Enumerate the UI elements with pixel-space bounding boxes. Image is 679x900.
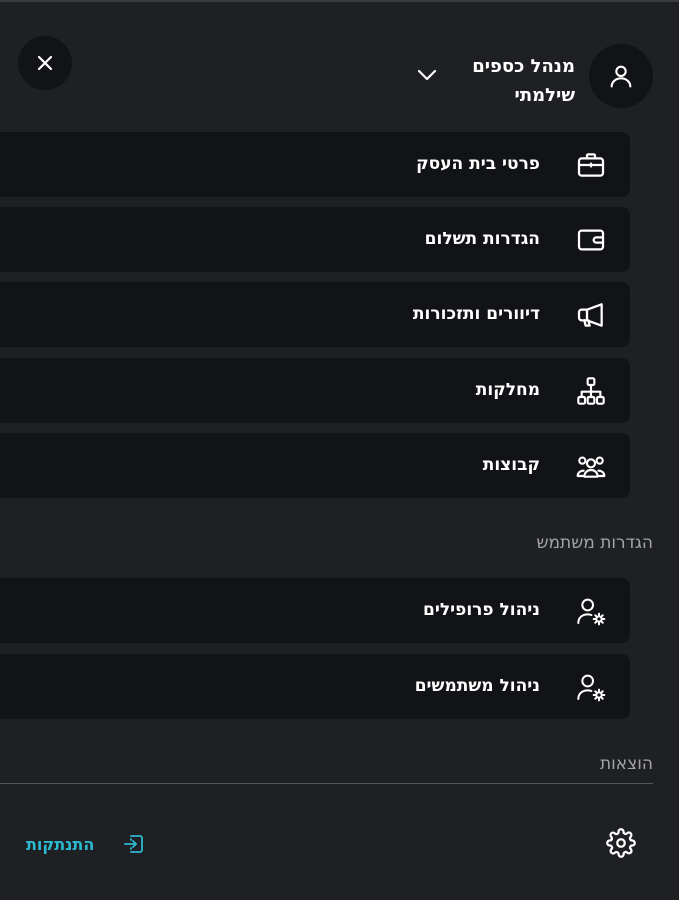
menu-item-profile-management[interactable]: ניהול פרופילים (0, 578, 630, 643)
menu-item-mailings-reminders[interactable]: דיוורים ותזכורות (0, 282, 630, 347)
wallet-icon (574, 223, 608, 257)
user-name[interactable]: מנהל כספים שילמתי (472, 52, 575, 110)
menu-item-label: דיוורים ותזכורות (412, 304, 540, 324)
user-avatar[interactable] (589, 44, 653, 108)
megaphone-icon (574, 298, 608, 332)
menu-item-label: הגדרות תשלום (424, 229, 540, 249)
user-name-line1: מנהל כספים (472, 56, 575, 77)
menu-item-label: ניהול משתמשים (414, 676, 540, 696)
top-border (0, 0, 679, 2)
menu-item-user-management[interactable]: ניהול משתמשים (0, 654, 630, 719)
close-button[interactable] (18, 36, 72, 90)
menu-item-label: ניהול פרופילים (423, 600, 540, 620)
sitemap-icon (574, 374, 608, 408)
menu-item-label: קבוצות (482, 455, 540, 475)
user-gear-icon (574, 594, 608, 628)
menu-item-groups[interactable]: קבוצות (0, 433, 630, 498)
user-gear-icon (574, 670, 608, 704)
user-menu-toggle[interactable] (414, 64, 440, 86)
menu-item-label: פרטי בית העסק (416, 154, 540, 174)
expenses-title: הוצאות (600, 754, 653, 774)
chevron-down-icon (417, 69, 437, 81)
logout-label: התנתקות (26, 834, 95, 854)
gear-icon (606, 828, 636, 858)
menu-item-departments[interactable]: מחלקות (0, 358, 630, 423)
user-icon (610, 65, 632, 88)
users-group-icon (574, 449, 608, 483)
menu-item-payment-settings[interactable]: הגדרות תשלום (0, 207, 630, 272)
briefcase-icon (574, 148, 608, 182)
menu-item-business-details[interactable]: פרטי בית העסק (0, 132, 630, 197)
menu-item-label: מחלקות (475, 380, 540, 400)
divider (0, 783, 653, 784)
logout-icon (124, 835, 144, 853)
close-icon (37, 55, 53, 71)
user-settings-title: הגדרות משתמש (536, 533, 653, 553)
settings-button[interactable] (604, 826, 638, 860)
logout-button[interactable]: התנתקות (26, 828, 146, 860)
user-name-line2: שילמתי (514, 85, 575, 106)
